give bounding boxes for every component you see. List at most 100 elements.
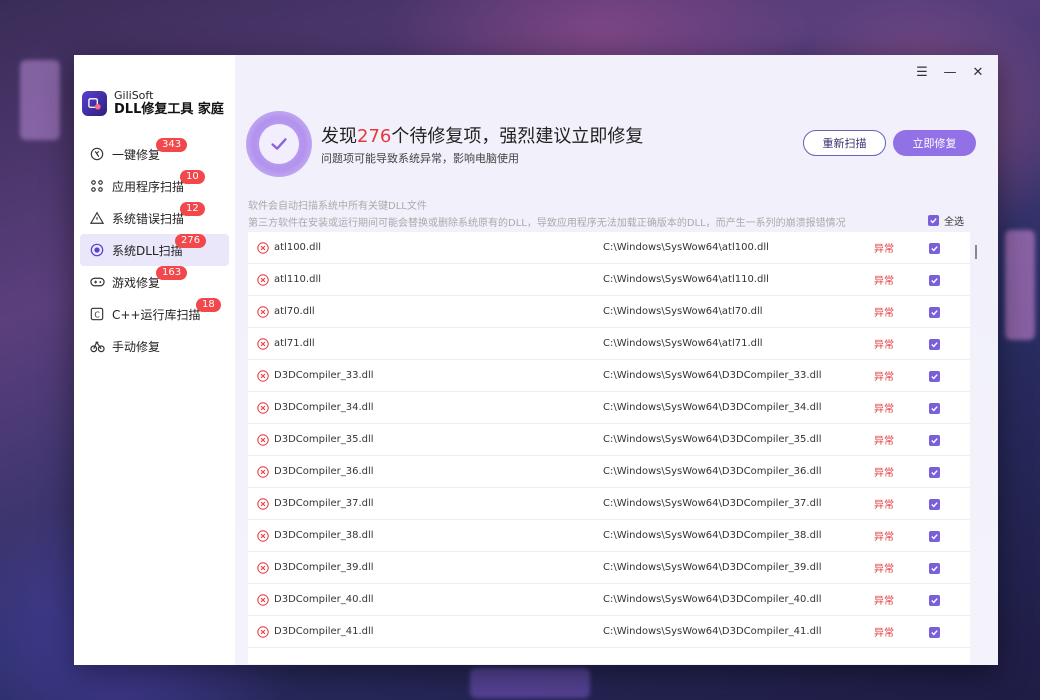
dll-name: atl71.dll [274, 338, 315, 349]
fix-now-button[interactable]: 立即修复 [893, 130, 976, 156]
status-badge: 异常 [874, 500, 894, 511]
table-row[interactable]: D3DCompiler_35.dll C:\Windows\SysWow64\D… [248, 424, 970, 456]
dll-path: C:\Windows\SysWow64\D3DCompiler_37.dll [603, 498, 822, 509]
error-circle-icon [257, 594, 269, 609]
status-badge: 异常 [874, 340, 894, 351]
table-row[interactable]: D3DCompiler_41.dll C:\Windows\SysWow64\D… [248, 616, 970, 648]
dll-path: C:\Windows\SysWow64\atl70.dll [603, 306, 763, 317]
count-badge: 18 [196, 298, 221, 312]
table-row[interactable]: D3DCompiler_33.dll C:\Windows\SysWow64\D… [248, 360, 970, 392]
dll-path: C:\Windows\SysWow64\D3DCompiler_36.dll [603, 466, 822, 477]
status-badge: 异常 [874, 564, 894, 575]
error-circle-icon [257, 434, 269, 449]
table-row[interactable]: atl110.dll C:\Windows\SysWow64\atl110.dl… [248, 264, 970, 296]
row-checkbox[interactable] [929, 595, 940, 606]
dll-name: D3DCompiler_36.dll [274, 466, 374, 477]
dll-name: D3DCompiler_40.dll [274, 594, 374, 605]
page-title: 发现276个待修复项，强烈建议立即修复 [321, 122, 643, 148]
row-checkbox[interactable] [929, 339, 940, 350]
sidebar-item-one-click-repair[interactable]: 一键修复 343 [74, 138, 235, 170]
main-panel: ☰ — ✕ 发现276个待修复项，强烈建议立即修复 问题项可能导致系统异常，影响… [235, 55, 998, 665]
table-scrollbar[interactable] [975, 245, 977, 259]
background-light-patch [1005, 230, 1035, 340]
error-circle-icon [257, 466, 269, 481]
status-badge: 异常 [874, 372, 894, 383]
minimize-icon[interactable]: — [942, 65, 958, 80]
table-row[interactable]: atl71.dll C:\Windows\SysWow64\atl71.dll … [248, 328, 970, 360]
sidebar-item-app-scan[interactable]: 应用程序扫描 10 [74, 170, 235, 202]
row-checkbox[interactable] [929, 627, 940, 638]
dll-name: D3DCompiler_33.dll [274, 370, 374, 381]
dll-path: C:\Windows\SysWow64\D3DCompiler_41.dll [603, 626, 822, 637]
row-checkbox[interactable] [929, 435, 940, 446]
status-badge: 异常 [874, 244, 894, 255]
sidebar-item-label: C++运行库扫描 [112, 307, 201, 322]
row-checkbox[interactable] [929, 467, 940, 478]
sidebar-item-label: 系统DLL扫描 [112, 243, 183, 258]
gamepad-icon [89, 274, 105, 290]
background-light-patch [20, 60, 60, 140]
table-row[interactable]: D3DCompiler_36.dll C:\Windows\SysWow64\D… [248, 456, 970, 488]
row-checkbox[interactable] [929, 499, 940, 510]
dll-name: D3DCompiler_37.dll [274, 498, 374, 509]
cpp-icon: C [89, 306, 105, 322]
dll-name: D3DCompiler_35.dll [274, 434, 374, 445]
dll-path: C:\Windows\SysWow64\D3DCompiler_33.dll [603, 370, 822, 381]
status-badge: 异常 [874, 532, 894, 543]
sidebar-item-label: 一键修复 [112, 147, 161, 162]
count-badge: 10 [180, 170, 205, 184]
status-badge: 异常 [874, 404, 894, 415]
sidebar-item-system-dll-scan[interactable]: 系统DLL扫描 276 [80, 234, 229, 266]
table-row[interactable]: atl100.dll C:\Windows\SysWow64\atl100.dl… [248, 232, 970, 264]
table-row[interactable]: D3DCompiler_34.dll C:\Windows\SysWow64\D… [248, 392, 970, 424]
row-checkbox[interactable] [929, 275, 940, 286]
status-badge: 异常 [874, 308, 894, 319]
row-checkbox[interactable] [929, 563, 940, 574]
table-row[interactable]: D3DCompiler_39.dll C:\Windows\SysWow64\D… [248, 552, 970, 584]
dll-name: D3DCompiler_41.dll [274, 626, 374, 637]
row-checkbox[interactable] [929, 403, 940, 414]
error-circle-icon [257, 498, 269, 513]
dll-name: atl110.dll [274, 274, 321, 285]
window-controls: ☰ — ✕ [914, 65, 986, 80]
checkbox-checked-icon [928, 215, 939, 226]
error-circle-icon [257, 370, 269, 385]
brand-subtitle: GiliSoft [114, 89, 154, 102]
scan-target-icon [89, 242, 105, 258]
error-circle-icon [257, 338, 269, 353]
title-suffix: 个待修复项，强烈建议立即修复 [391, 126, 644, 147]
status-badge: 异常 [874, 276, 894, 287]
table-row[interactable]: D3DCompiler_37.dll C:\Windows\SysWow64\D… [248, 488, 970, 520]
rescan-button[interactable]: 重新扫描 [803, 130, 886, 156]
sidebar-item-game-repair[interactable]: 游戏修复 163 [74, 266, 235, 298]
table-row[interactable]: D3DCompiler_40.dll C:\Windows\SysWow64\D… [248, 584, 970, 616]
status-badge: 异常 [874, 596, 894, 607]
row-checkbox[interactable] [929, 531, 940, 542]
dll-name: D3DCompiler_39.dll [274, 562, 374, 573]
dll-name: D3DCompiler_38.dll [274, 530, 374, 541]
error-circle-icon [257, 306, 269, 321]
error-circle-icon [257, 626, 269, 641]
row-checkbox[interactable] [929, 243, 940, 254]
dll-name: D3DCompiler_34.dll [274, 402, 374, 413]
select-all-checkbox[interactable]: 全选 [928, 213, 964, 228]
table-row[interactable]: atl70.dll C:\Windows\SysWow64\atl70.dll … [248, 296, 970, 328]
table-row[interactable]: D3DCompiler_38.dll C:\Windows\SysWow64\D… [248, 520, 970, 552]
app-window: GiliSoft DLL修复工具 家庭 一键修复 343 应用程序扫描 10 系… [74, 55, 998, 665]
apps-grid-icon [89, 178, 105, 194]
count-badge: 12 [180, 202, 205, 216]
sidebar: GiliSoft DLL修复工具 家庭 一键修复 343 应用程序扫描 10 系… [74, 55, 235, 665]
wrench-circle-icon [89, 146, 105, 162]
sidebar-item-label: 系统错误扫描 [112, 211, 185, 226]
sidebar-item-system-error-scan[interactable]: 系统错误扫描 12 [74, 202, 235, 234]
sidebar-item-cpp-runtime-scan[interactable]: C C++运行库扫描 18 [74, 298, 235, 330]
status-badge: 异常 [874, 468, 894, 479]
sidebar-item-manual-repair[interactable]: 手动修复 [74, 330, 235, 362]
brand-title: DLL修复工具 家庭 [114, 102, 224, 117]
close-icon[interactable]: ✕ [970, 65, 986, 80]
dll-path: C:\Windows\SysWow64\atl71.dll [603, 338, 763, 349]
row-checkbox[interactable] [929, 371, 940, 382]
sidebar-item-label: 应用程序扫描 [112, 179, 185, 194]
row-checkbox[interactable] [929, 307, 940, 318]
menu-icon[interactable]: ☰ [914, 65, 930, 80]
